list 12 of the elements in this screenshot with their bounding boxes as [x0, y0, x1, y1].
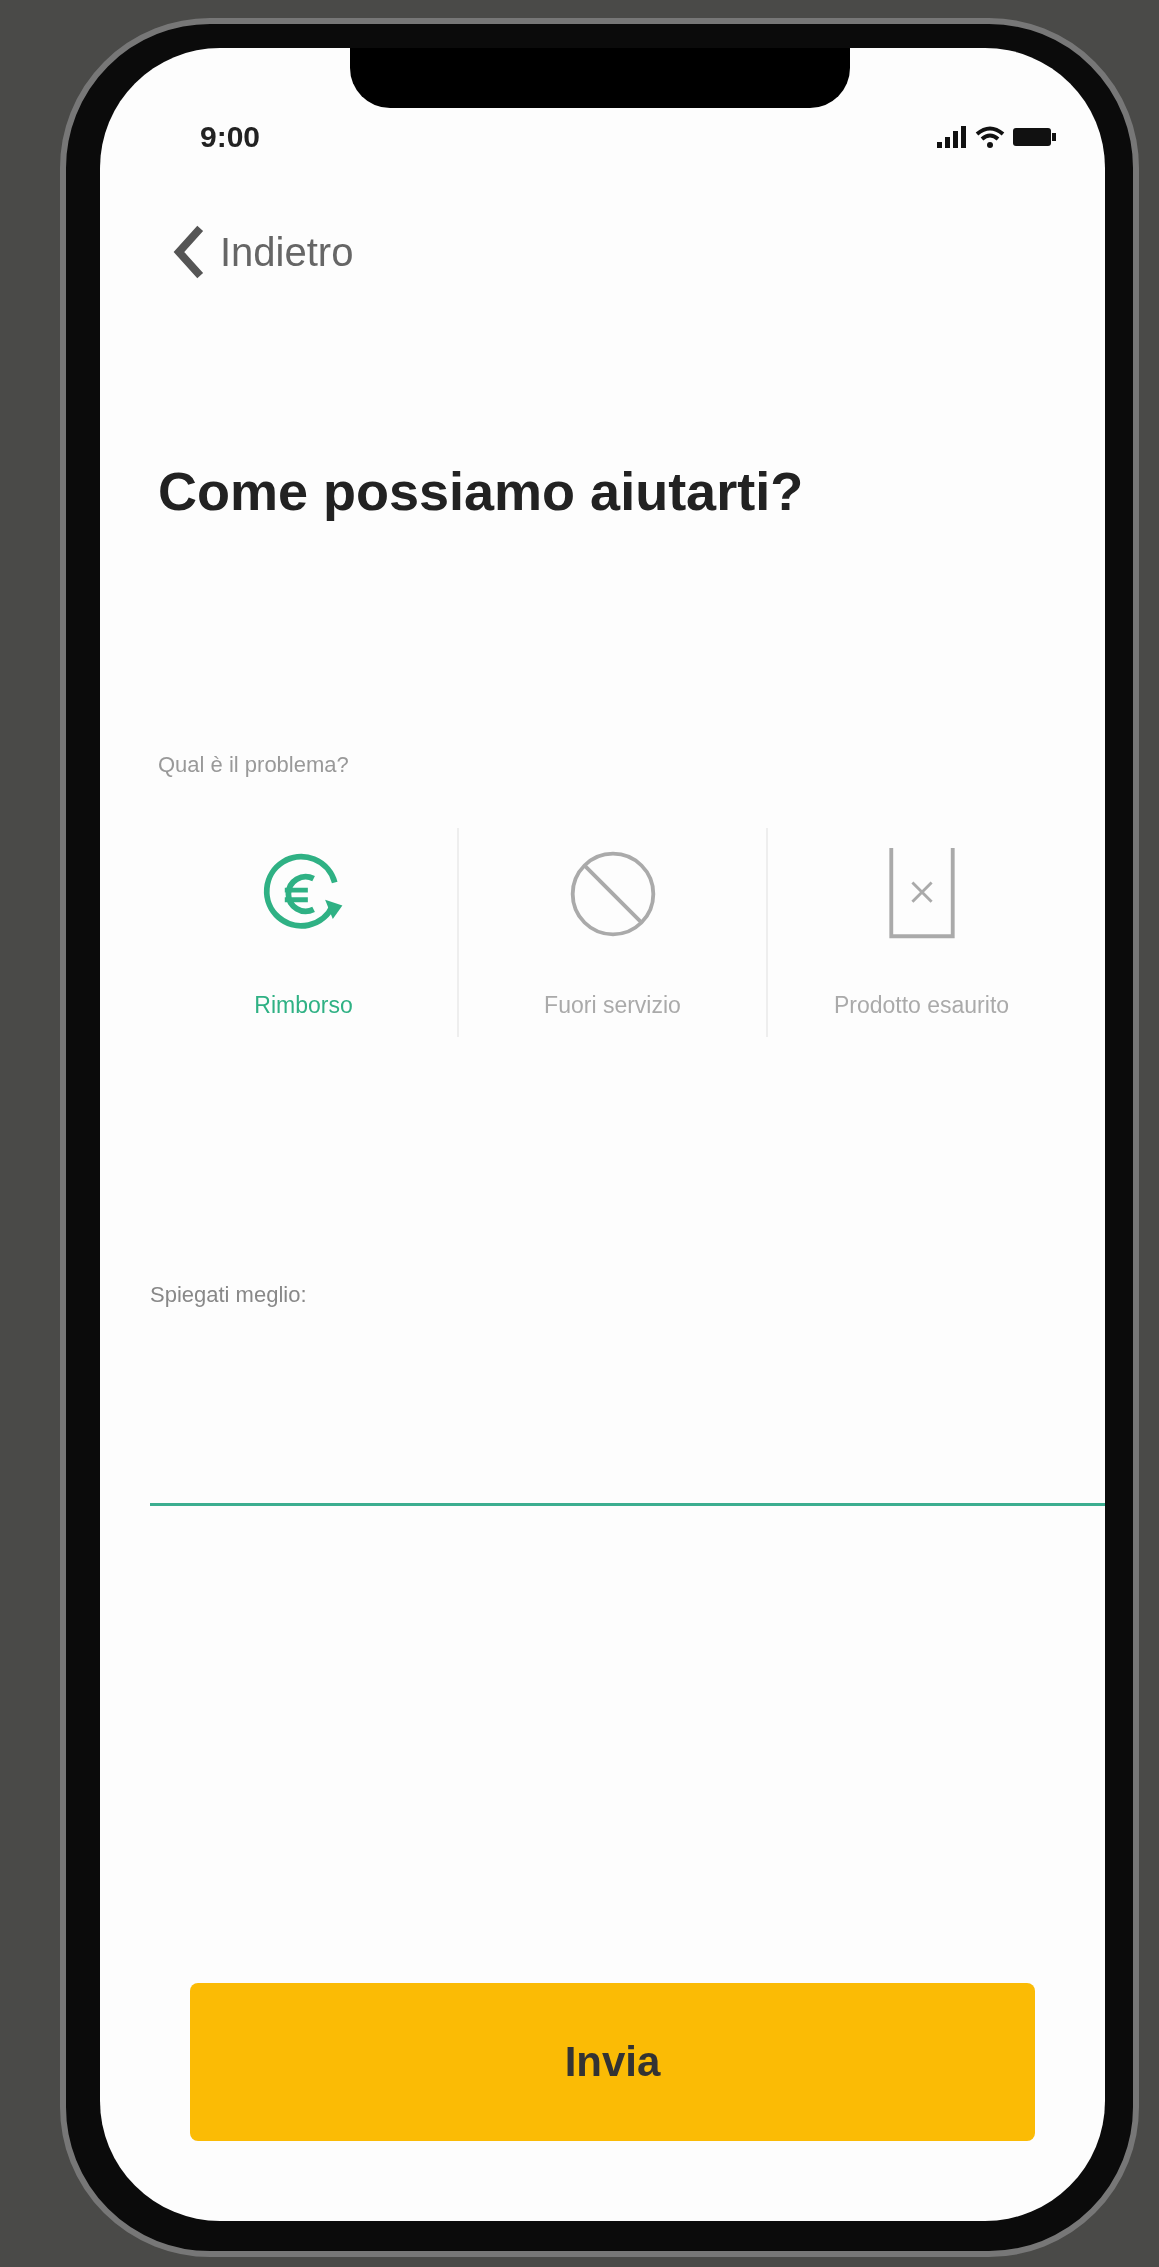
page-heading: Come possiamo aiutarti?	[158, 460, 805, 522]
details-label: Spiegati meglio:	[150, 1282, 308, 1308]
signal-icon	[937, 124, 967, 150]
submit-button[interactable]: Invia	[190, 1983, 1035, 2141]
status-time: 9:00	[200, 120, 261, 154]
back-button[interactable]: Indietro	[172, 224, 354, 280]
problem-option[interactable]: Fuori servizio	[459, 828, 768, 1037]
chevron-left-icon	[172, 224, 206, 280]
question-label: Qual è il problema?	[158, 752, 350, 778]
problem-option[interactable]: Rimborso	[150, 828, 459, 1037]
problem-option[interactable]: Prodotto esaurito	[768, 828, 1075, 1037]
wifi-icon	[975, 124, 1005, 150]
